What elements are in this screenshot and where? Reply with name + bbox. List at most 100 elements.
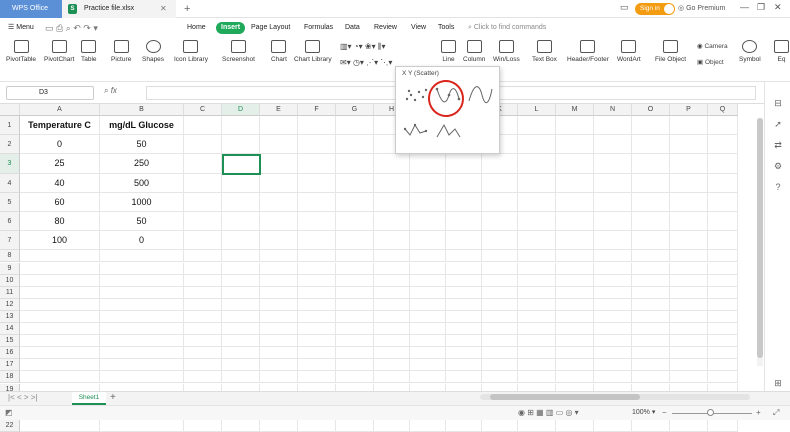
grid-cell[interactable]: [594, 212, 632, 232]
chart-library-button[interactable]: Chart Library: [294, 40, 332, 63]
window-layout-icon[interactable]: ▭: [620, 2, 629, 13]
grid-cell[interactable]: [632, 192, 670, 212]
zoom-out-icon[interactable]: −: [662, 408, 667, 417]
grid-cell[interactable]: [482, 154, 518, 174]
sheet-status-icon[interactable]: ◩: [5, 408, 13, 417]
symbol-button[interactable]: Symbol: [739, 40, 761, 63]
equation-button[interactable]: Eq: [774, 40, 789, 63]
grid-cell[interactable]: [298, 323, 336, 336]
grid-cell[interactable]: [298, 298, 336, 311]
grid-cell[interactable]: [482, 371, 518, 384]
tab-view[interactable]: View: [411, 18, 426, 38]
grid-cell[interactable]: 500: [100, 173, 184, 193]
grid-cell[interactable]: [222, 274, 260, 287]
grid-cell[interactable]: [632, 116, 670, 136]
grid-cell[interactable]: [184, 274, 222, 287]
grid-cell[interactable]: [298, 359, 336, 372]
chart-button[interactable]: Chart: [271, 40, 287, 63]
grid-cell[interactable]: [336, 262, 374, 275]
grid-cell[interactable]: [298, 419, 336, 432]
grid-cell[interactable]: [298, 250, 336, 263]
grid-cell[interactable]: [260, 262, 298, 275]
row-header[interactable]: 8: [0, 250, 20, 263]
text-box-button[interactable]: Text Box: [532, 40, 557, 63]
grid-cell[interactable]: [556, 323, 594, 336]
row-header[interactable]: 10: [0, 274, 20, 287]
grid-cell[interactable]: [708, 347, 738, 360]
grid-cell[interactable]: [222, 310, 260, 323]
grid-cell[interactable]: [184, 347, 222, 360]
grid-cell[interactable]: [518, 371, 556, 384]
grid-cell[interactable]: [632, 262, 670, 275]
grid-cell[interactable]: [556, 371, 594, 384]
tab-page-layout[interactable]: Page Layout: [251, 18, 290, 38]
grid-cell[interactable]: [336, 323, 374, 336]
fullscreen-icon[interactable]: ⤢: [773, 408, 779, 418]
menu-button[interactable]: ☰ Menu: [8, 18, 34, 38]
row-header[interactable]: 12: [0, 298, 20, 311]
grid-cell[interactable]: [632, 298, 670, 311]
row-header[interactable]: 4: [0, 173, 20, 193]
object-button[interactable]: ▣ Object: [697, 58, 724, 66]
grid-cell[interactable]: [446, 231, 482, 251]
grid-cell[interactable]: [670, 154, 708, 174]
column-header[interactable]: E: [260, 104, 298, 116]
grid-cell[interactable]: [482, 298, 518, 311]
grid-cell[interactable]: [184, 250, 222, 263]
grid-cell[interactable]: [556, 262, 594, 275]
grid-cell[interactable]: [632, 419, 670, 432]
grid-cell[interactable]: [374, 262, 410, 275]
row-header[interactable]: 6: [0, 212, 20, 232]
grid-cell[interactable]: [482, 310, 518, 323]
grid-cell[interactable]: [100, 250, 184, 263]
camera-button[interactable]: ◉ Camera: [697, 42, 728, 50]
grid-cell[interactable]: [670, 323, 708, 336]
grid-cell[interactable]: [708, 335, 738, 348]
grid-cell[interactable]: [632, 310, 670, 323]
column-header[interactable]: D: [222, 104, 260, 116]
small-chart-icons-row2[interactable]: ✉▾ ◷▾ ⋰▾ ⋱▾: [340, 58, 392, 67]
grid-cell[interactable]: [260, 286, 298, 299]
grid-cell[interactable]: [482, 359, 518, 372]
win-loss-button[interactable]: Win/Loss: [493, 40, 520, 63]
grid-cell[interactable]: [594, 335, 632, 348]
grid-cell[interactable]: [336, 135, 374, 155]
grid-cell[interactable]: [298, 192, 336, 212]
grid-cell[interactable]: [184, 135, 222, 155]
grid-cell[interactable]: [184, 173, 222, 193]
column-header[interactable]: M: [556, 104, 594, 116]
grid-cell[interactable]: [482, 262, 518, 275]
selected-cell-d3[interactable]: [222, 154, 261, 175]
grid-cell[interactable]: [184, 192, 222, 212]
column-sparkline-button[interactable]: Column: [463, 40, 485, 63]
row-header[interactable]: 1: [0, 116, 20, 136]
grid-cell[interactable]: [374, 286, 410, 299]
grid-cell[interactable]: [100, 335, 184, 348]
grid-cell[interactable]: [670, 286, 708, 299]
grid-cell[interactable]: [670, 250, 708, 263]
grid-cell[interactable]: [556, 286, 594, 299]
grid-cell[interactable]: [298, 310, 336, 323]
grid-cell[interactable]: [20, 335, 100, 348]
grid-cell[interactable]: [20, 274, 100, 287]
grid-cell[interactable]: [410, 419, 446, 432]
grid-cell[interactable]: [410, 298, 446, 311]
grid-cell[interactable]: [20, 323, 100, 336]
grid-cell[interactable]: [222, 359, 260, 372]
grid-cell[interactable]: [184, 154, 222, 174]
grid-cell[interactable]: [260, 212, 298, 232]
panel-collapse-icon[interactable]: ⊟: [773, 98, 783, 108]
grid-cell[interactable]: [410, 154, 446, 174]
grid-cell[interactable]: [20, 347, 100, 360]
grid-cell[interactable]: 60: [20, 192, 100, 212]
grid-cell[interactable]: [482, 231, 518, 251]
grid-cell[interactable]: [482, 173, 518, 193]
column-header[interactable]: P: [670, 104, 708, 116]
grid-cell[interactable]: [20, 286, 100, 299]
row-header[interactable]: 3: [0, 154, 20, 174]
icon-library-button[interactable]: Icon Library: [174, 40, 208, 63]
grid-cell[interactable]: [670, 212, 708, 232]
grid-cell[interactable]: [260, 173, 298, 193]
grid-cell[interactable]: [374, 323, 410, 336]
grid-cell[interactable]: [100, 359, 184, 372]
